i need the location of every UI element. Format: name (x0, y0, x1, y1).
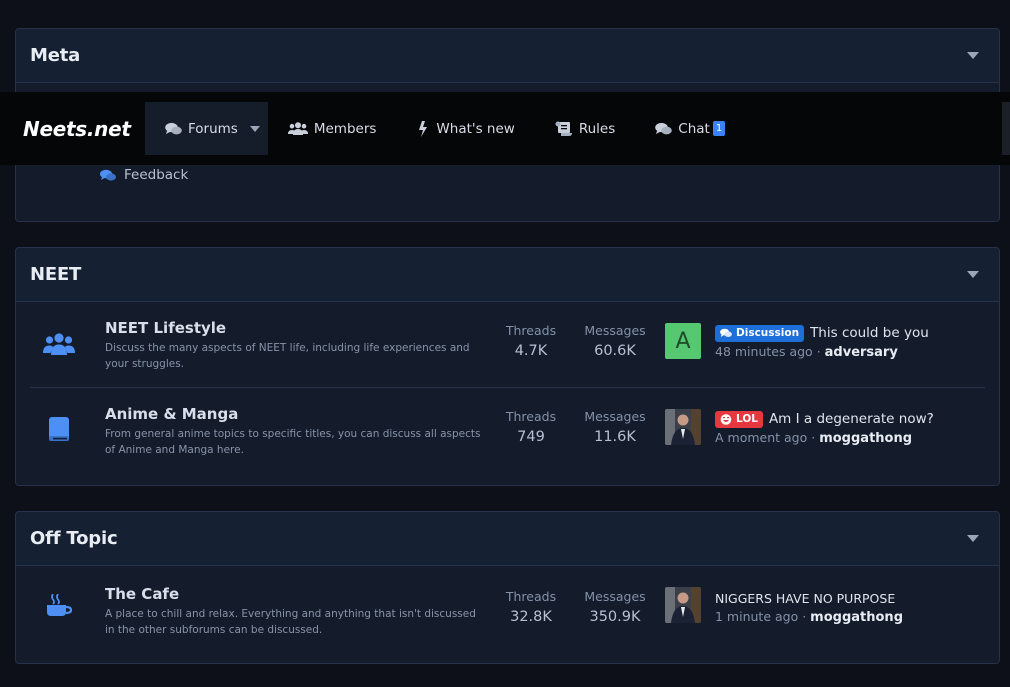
users-icon (42, 328, 76, 360)
category-header: Off Topic (16, 512, 999, 566)
book-icon (42, 414, 76, 446)
messages-count: 60.6K (594, 343, 636, 359)
messages-stat: Messages 350.9K (575, 589, 655, 625)
chat-count-badge: 1 (712, 121, 726, 136)
collapse-toggle-icon[interactable] (967, 535, 979, 542)
messages-label: Messages (584, 323, 646, 338)
latest-time[interactable]: A moment ago (715, 430, 807, 445)
user-photo-icon (665, 409, 701, 445)
avatar[interactable]: A (665, 323, 701, 359)
messages-count: 350.9K (589, 609, 641, 625)
threads-stat: Threads 32.8K (491, 589, 571, 625)
user-photo-icon (665, 587, 701, 623)
collapse-toggle-icon[interactable] (967, 52, 979, 59)
category-title[interactable]: Meta (30, 45, 80, 66)
tab-members[interactable]: Members (268, 102, 397, 155)
latest-username[interactable]: moggathong (819, 431, 912, 446)
comments-icon (165, 122, 182, 136)
forum-description: Discuss the many aspects of NEET life, i… (105, 342, 470, 370)
threads-count: 32.8K (510, 609, 552, 625)
thread-prefix-badge[interactable]: LOL (715, 410, 763, 428)
prefix-label: Discussion (736, 327, 800, 339)
coffee-icon (42, 590, 76, 622)
tab-chat[interactable]: Chat 1 (635, 102, 745, 155)
threads-label: Threads (505, 589, 557, 604)
tab-label: Forums (188, 120, 238, 137)
tab-label: Rules (578, 120, 616, 137)
feedback-label: Feedback (124, 167, 189, 183)
category-title[interactable]: NEET (30, 264, 81, 285)
category-header: NEET (16, 248, 999, 302)
latest-username[interactable]: moggathong (810, 610, 903, 625)
threads-stat: Threads 4.7K (491, 323, 571, 359)
tab-whats-new[interactable]: What's new (396, 102, 534, 155)
separator: · (816, 344, 825, 359)
off-topic-category-block: Off Topic The Cafe A place to chill and … (15, 511, 1000, 664)
latest-thread-title[interactable]: This could be you (810, 325, 929, 341)
tab-rules[interactable]: Rules (535, 102, 635, 155)
separator: · (802, 609, 811, 624)
latest-post: LOL Am I a degenerate now? A moment ago … (715, 409, 999, 446)
tab-label: Chat (678, 120, 710, 137)
threads-count: 749 (517, 429, 545, 445)
comments-icon (720, 328, 732, 337)
collapse-toggle-icon[interactable] (967, 271, 979, 278)
tab-label: Members (313, 120, 377, 137)
prefix-label: LOL (736, 413, 758, 425)
messages-stat: Messages 11.6K (575, 409, 655, 445)
messages-count: 11.6K (594, 429, 636, 445)
tab-forums[interactable]: Forums (145, 102, 268, 155)
comments-icon (100, 169, 116, 182)
forum-node-anime-manga: Anime & Manga From general anime topics … (30, 387, 985, 472)
tab-label: What's new (436, 120, 515, 137)
site-logo[interactable]: Neets.net (23, 117, 145, 141)
scrollbar-edge[interactable] (1002, 102, 1010, 155)
forum-description: From general anime topics to specific ti… (105, 428, 481, 456)
category-title[interactable]: Off Topic (30, 528, 118, 549)
threads-count: 4.7K (514, 343, 548, 359)
latest-time[interactable]: 48 minutes ago (715, 344, 813, 359)
threads-label: Threads (505, 323, 557, 338)
chevron-down-icon[interactable] (249, 125, 260, 132)
scroll-icon (555, 121, 573, 136)
separator: · (811, 430, 820, 445)
latest-post: Discussion This could be you 48 minutes … (715, 323, 999, 360)
users-icon (287, 122, 308, 135)
category-header: Meta (16, 29, 999, 83)
feedback-link[interactable]: Feedback (100, 167, 188, 183)
messages-label: Messages (584, 409, 646, 424)
bolt-icon (416, 120, 430, 137)
threads-label: Threads (505, 409, 557, 424)
neet-category-block: NEET NEET Lifestyle Discuss the many asp… (15, 247, 1000, 486)
latest-username[interactable]: adversary (825, 345, 898, 360)
latest-time[interactable]: 1 minute ago (715, 609, 798, 624)
messages-label: Messages (584, 589, 646, 604)
latest-post: NIGGERS HAVE NO PURPOSE 1 minute ago · m… (715, 588, 999, 626)
forum-node-neet-lifestyle: NEET Lifestyle Discuss the many aspects … (30, 302, 985, 387)
forum-node-the-cafe: The Cafe A place to chill and relax. Eve… (30, 566, 985, 662)
latest-thread-title[interactable]: Am I a degenerate now? (769, 411, 934, 427)
laugh-icon (720, 413, 732, 425)
avatar[interactable] (665, 587, 701, 623)
forum-title[interactable]: NEET Lifestyle (105, 319, 226, 337)
forum-title[interactable]: The Cafe (105, 585, 179, 603)
forum-title[interactable]: Anime & Manga (105, 405, 238, 423)
latest-thread-title[interactable]: NIGGERS HAVE NO PURPOSE (715, 591, 895, 606)
forum-description: A place to chill and relax. Everything a… (105, 608, 476, 636)
comments-icon (655, 122, 673, 136)
thread-prefix-badge[interactable]: Discussion (715, 324, 805, 342)
threads-stat: Threads 749 (491, 409, 571, 445)
messages-stat: Messages 60.6K (575, 323, 655, 359)
avatar[interactable] (665, 409, 701, 445)
top-navbar: Neets.net Forums Members What's new Rule… (0, 92, 1010, 165)
